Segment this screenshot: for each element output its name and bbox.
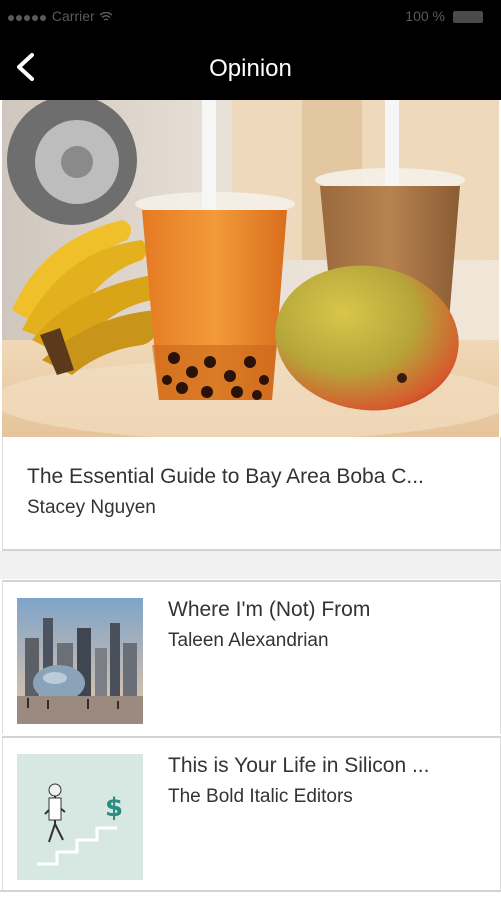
article-author: Taleen Alexandrian	[168, 630, 329, 651]
article-title: This is Your Life in Silicon ...	[168, 754, 430, 777]
featured-article-author: Stacey Nguyen	[27, 497, 156, 518]
article-item[interactable]: $ This is Your Life in Silicon ... The B…	[2, 736, 501, 890]
article-author: The Bold Italic Editors	[168, 786, 353, 807]
stairs-illustration: $	[17, 754, 143, 880]
svg-text:$: $	[105, 793, 123, 823]
boba-drinks-photo	[2, 100, 499, 437]
featured-article-title: The Essential Guide to Bay Area Boba C..…	[27, 465, 424, 488]
article-title: Where I'm (Not) From	[168, 598, 371, 621]
article-item[interactable]: Where I'm (Not) From Taleen Alexandrian	[2, 580, 501, 734]
battery-label: 100 %	[405, 8, 445, 24]
signal-icon	[8, 8, 48, 24]
section-separator	[0, 551, 501, 579]
list-divider	[0, 890, 501, 892]
wifi-icon	[99, 12, 113, 21]
carrier-label: Carrier	[51, 8, 95, 24]
featured-article-image[interactable]	[2, 100, 499, 437]
article-thumbnail	[17, 598, 143, 724]
battery-icon	[453, 11, 483, 23]
page-title: Opinion	[209, 55, 292, 82]
status-bar: Carrier 100 %	[0, 0, 501, 36]
carrier-signal: Carrier	[8, 8, 113, 24]
city-skyline-photo	[17, 598, 143, 724]
navigation-bar: Opinion	[0, 36, 501, 100]
featured-article[interactable]: The Essential Guide to Bay Area Boba C..…	[2, 437, 501, 551]
article-thumbnail: $	[17, 754, 143, 880]
